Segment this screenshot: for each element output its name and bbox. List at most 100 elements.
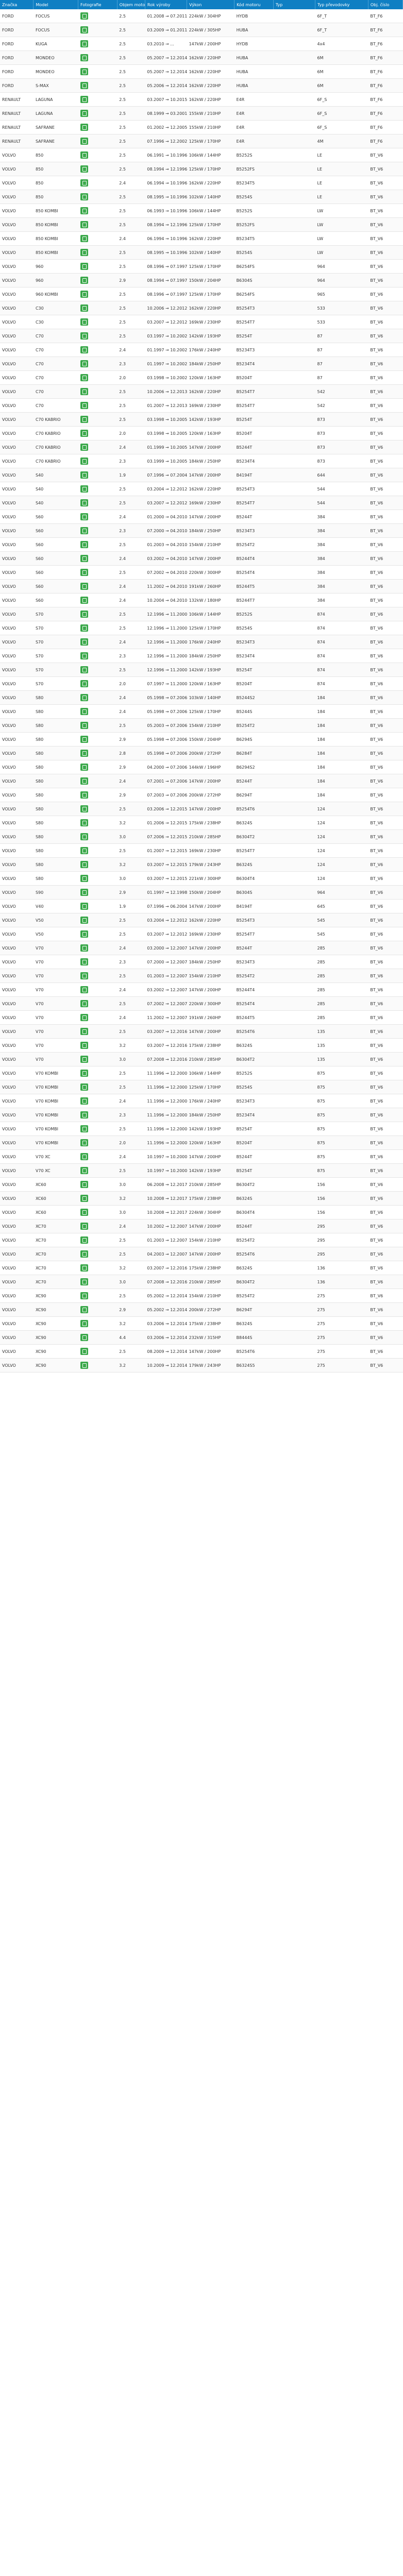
column-header[interactable]: Obj. číslo [368, 0, 403, 9]
photo-icon[interactable] [80, 1250, 88, 1258]
table-row[interactable]: VOLVO S80 2.8 05.1998 → 07.2006 200kW / 272H… [0, 746, 403, 760]
table-row[interactable]: VOLVO C70 KABRIO 2.0 03.1998 → 10.2005 120kW… [0, 426, 403, 440]
photo-icon[interactable] [80, 249, 88, 256]
photo-icon[interactable] [80, 694, 88, 701]
table-row[interactable]: VOLVO 960 2.5 08.1996 → 07.1997 125kW / 170H… [0, 259, 403, 274]
table-row[interactable]: VOLVO S70 2.5 12.1996 → 11.2000 125kW / 170H… [0, 621, 403, 635]
photo-icon[interactable] [80, 777, 88, 785]
photo-icon[interactable] [80, 1223, 88, 1230]
table-row[interactable]: VOLVO XC60 3.0 06.2008 → 12.2017 210kW / 285… [0, 1177, 403, 1192]
table-row[interactable]: VOLVO 960 KOMBI 2.5 08.1996 → 07.1997 125kW … [0, 287, 403, 301]
table-row[interactable]: VOLVO 850 2.4 06.1994 → 10.1996 162kW / 220H… [0, 176, 403, 190]
table-row[interactable]: VOLVO S80 3.2 03.2007 → 12.2015 179kW / 243H… [0, 857, 403, 872]
table-row[interactable]: VOLVO V50 2.5 03.2007 → 12.2012 169kW / 230H… [0, 927, 403, 941]
photo-icon[interactable] [80, 652, 88, 659]
photo-icon[interactable] [80, 875, 88, 882]
photo-icon[interactable] [80, 1111, 88, 1118]
table-row[interactable]: VOLVO S80 3.2 01.2006 → 12.2015 175kW / 238H… [0, 816, 403, 830]
column-header[interactable]: Výkon [187, 0, 235, 9]
photo-icon[interactable] [80, 1362, 88, 1369]
photo-icon[interactable] [80, 833, 88, 840]
table-row[interactable]: VOLVO XC60 3.0 10.2008 → 12.2017 224kW / 304… [0, 1205, 403, 1219]
table-row[interactable]: VOLVO S60 2.5 07.2002 → 04.2010 220kW / 300H… [0, 565, 403, 580]
table-row[interactable]: VOLVO XC90 3.2 10.2009 → 12.2014 179kW / 243… [0, 1358, 403, 1372]
photo-icon[interactable] [80, 277, 88, 284]
photo-icon[interactable] [80, 1264, 88, 1272]
table-row[interactable]: VOLVO XC70 3.2 03.2007 → 12.2016 175kW / 238… [0, 1261, 403, 1275]
photo-icon[interactable] [80, 82, 88, 89]
photo-icon[interactable] [80, 638, 88, 646]
table-row[interactable]: VOLVO 850 KOMBI 2.4 06.1994 → 10.1996 162kW … [0, 231, 403, 246]
photo-icon[interactable] [80, 1167, 88, 1174]
photo-icon[interactable] [80, 360, 88, 367]
photo-icon[interactable] [80, 1306, 88, 1313]
photo-icon[interactable] [80, 680, 88, 687]
table-row[interactable]: VOLVO S80 2.9 07.2003 → 07.2006 200kW / 272H… [0, 788, 403, 802]
column-header[interactable]: Model [33, 0, 79, 9]
photo-icon[interactable] [80, 499, 88, 506]
table-row[interactable]: VOLVO S80 2.4 07.2001 → 07.2006 147kW / 200H… [0, 774, 403, 788]
photo-icon[interactable] [80, 430, 88, 437]
table-row[interactable]: VOLVO XC70 2.5 01.2003 → 12.2007 154kW / 210… [0, 1233, 403, 1247]
table-row[interactable]: VOLVO XC90 2.5 08.2009 → 12.2014 147kW / 200… [0, 1344, 403, 1359]
photo-icon[interactable] [80, 332, 88, 340]
photo-icon[interactable] [80, 96, 88, 103]
table-row[interactable]: VOLVO S60 2.4 10.2004 → 04.2010 132kW / 180H… [0, 593, 403, 607]
table-row[interactable]: VOLVO XC70 3.0 07.2008 → 12.2016 210kW / 285… [0, 1275, 403, 1289]
table-row[interactable]: FORD KUGA 2.5 03.2010 → ... 147kW / 200HP HYD… [0, 37, 403, 51]
photo-icon[interactable] [80, 138, 88, 145]
table-row[interactable]: VOLVO S80 2.9 05.1998 → 07.2006 150kW / 204H… [0, 732, 403, 747]
table-row[interactable]: VOLVO XC70 2.5 04.2003 → 12.2007 147kW / 200… [0, 1247, 403, 1261]
table-row[interactable]: VOLVO C70 KABRIO 2.5 03.1998 → 10.2005 142kW… [0, 412, 403, 427]
photo-icon[interactable] [80, 917, 88, 924]
column-header[interactable]: Značka [0, 0, 34, 9]
photo-icon[interactable] [80, 958, 88, 965]
table-row[interactable]: VOLVO S80 3.0 03.2007 → 12.2015 221kW / 300H… [0, 871, 403, 886]
photo-icon[interactable] [80, 1195, 88, 1202]
table-row[interactable]: VOLVO C70 2.0 03.1998 → 10.2002 120kW / 163H… [0, 370, 403, 385]
table-row[interactable]: VOLVO 850 2.5 08.1995 → 10.1996 102kW / 140H… [0, 190, 403, 204]
table-row[interactable]: VOLVO S70 2.3 12.1996 → 11.2000 184kW / 250H… [0, 649, 403, 663]
photo-icon[interactable] [80, 611, 88, 618]
table-row[interactable]: VOLVO V70 2.3 07.2000 → 12.2007 184kW / 250H… [0, 955, 403, 969]
photo-icon[interactable] [80, 764, 88, 771]
table-row[interactable]: VOLVO V70 2.5 01.2003 → 12.2007 154kW / 210H… [0, 969, 403, 983]
photo-icon[interactable] [80, 193, 88, 200]
photo-icon[interactable] [80, 374, 88, 381]
photo-icon[interactable] [80, 666, 88, 673]
photo-icon[interactable] [80, 819, 88, 826]
photo-icon[interactable] [80, 68, 88, 75]
table-row[interactable]: VOLVO V70 3.2 03.2007 → 12.2016 175kW / 238H… [0, 1038, 403, 1053]
photo-icon[interactable] [80, 151, 88, 159]
table-row[interactable]: VOLVO V70 2.4 11.2002 → 12.2007 191kW / 260H… [0, 1010, 403, 1025]
photo-icon[interactable] [80, 318, 88, 326]
table-row[interactable]: VOLVO S60 2.4 11.2002 → 04.2010 191kW / 260H… [0, 579, 403, 594]
table-row[interactable]: VOLVO S60 2.4 01.2000 → 04.2010 147kW / 200H… [0, 510, 403, 524]
photo-icon[interactable] [80, 1348, 88, 1355]
table-row[interactable]: VOLVO S60 2.4 03.2002 → 04.2010 147kW / 200H… [0, 551, 403, 566]
photo-icon[interactable] [80, 708, 88, 715]
column-header[interactable]: Typ [273, 0, 316, 9]
table-row[interactable]: VOLVO S60 2.5 01.2003 → 04.2010 154kW / 210H… [0, 537, 403, 552]
table-row[interactable]: VOLVO V70 2.4 03.2000 → 12.2007 147kW / 200H… [0, 941, 403, 955]
table-row[interactable]: VOLVO C30 2.5 10.2006 → 12.2012 162kW / 220H… [0, 301, 403, 315]
photo-icon[interactable] [80, 624, 88, 632]
photo-icon[interactable] [80, 750, 88, 757]
photo-icon[interactable] [80, 291, 88, 298]
table-row[interactable]: VOLVO 850 KOMBI 2.5 08.1995 → 10.1996 102kW … [0, 245, 403, 260]
table-row[interactable]: VOLVO XC60 3.2 10.2008 → 12.2017 175kW / 238… [0, 1191, 403, 1206]
table-row[interactable]: VOLVO S70 2.0 07.1997 → 11.2000 120kW / 163H… [0, 676, 403, 691]
table-row[interactable]: VOLVO 850 KOMBI 2.5 08.1994 → 12.1996 125kW … [0, 217, 403, 232]
photo-icon[interactable] [80, 1042, 88, 1049]
table-row[interactable]: RENAULT LAGUNA 2.5 08.1999 → 03.2001 155kW /… [0, 106, 403, 121]
table-row[interactable]: VOLVO V70 KOMBI 2.5 11.1996 → 12.2000 106kW … [0, 1066, 403, 1080]
column-header[interactable]: Kód motoru [234, 0, 274, 9]
photo-icon[interactable] [80, 110, 88, 117]
photo-icon[interactable] [80, 903, 88, 910]
photo-icon[interactable] [80, 402, 88, 409]
photo-icon[interactable] [80, 1209, 88, 1216]
table-row[interactable]: VOLVO C30 2.5 03.2007 → 12.2012 169kW / 230H… [0, 315, 403, 329]
photo-icon[interactable] [80, 304, 88, 312]
table-row[interactable]: VOLVO V70 2.5 03.2007 → 12.2016 147kW / 200H… [0, 1024, 403, 1039]
table-row[interactable]: VOLVO V70 3.0 07.2008 → 12.2016 210kW / 285H… [0, 1052, 403, 1066]
